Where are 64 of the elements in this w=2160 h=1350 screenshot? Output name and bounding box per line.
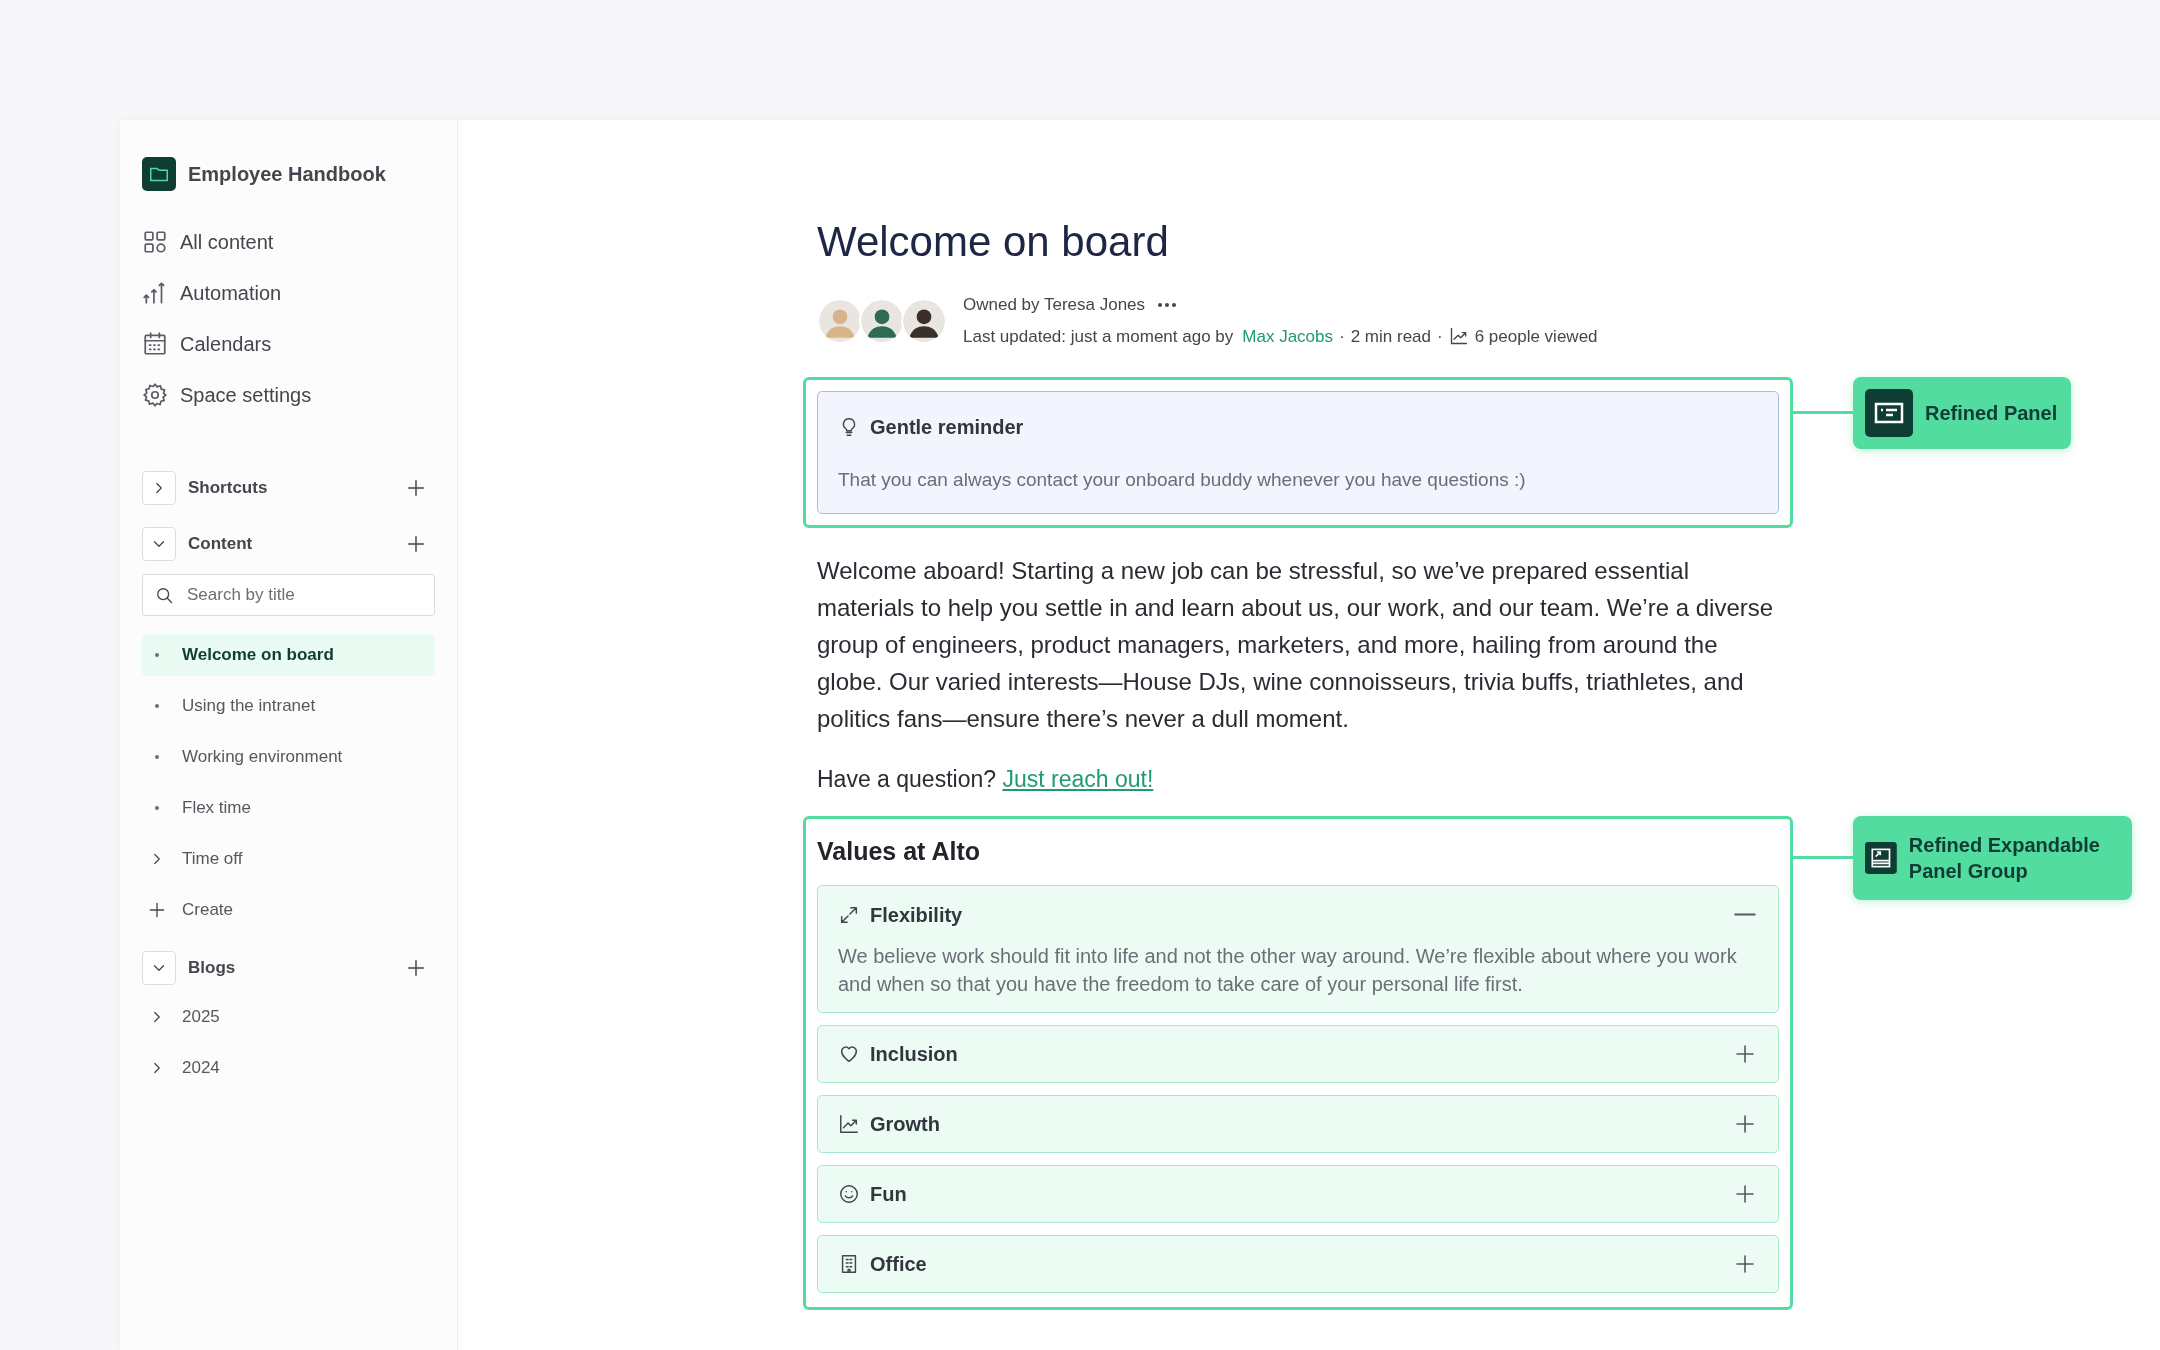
nav-item[interactable]: Calendars xyxy=(142,318,435,369)
avatar xyxy=(859,297,905,344)
component-label-text: Refined Expandable Panel Group xyxy=(1908,833,2101,884)
page-item[interactable]: 2025 xyxy=(142,996,435,1038)
bullet-icon xyxy=(155,755,159,759)
more-icon[interactable] xyxy=(1157,301,1178,308)
author-link[interactable]: Max Jacobs xyxy=(1242,323,1333,349)
section-toggle[interactable] xyxy=(142,471,176,505)
page-item[interactable]: Welcome on board xyxy=(142,634,435,676)
nav-item[interactable]: Space settings xyxy=(142,369,435,420)
folder-icon xyxy=(142,157,176,191)
nav-item[interactable]: Automation xyxy=(142,267,435,318)
panel-title: Office xyxy=(870,1251,928,1277)
intro-paragraph: Welcome aboard! Starting a new job can be stressful, so we’ve prepared essential materials to help you settle in and learn about us, our work, and our team. We’re a diverse group of engineers, product managers, marketers, and more, hailing from around the globe. Our varied interests—House DJs, wine connoisseurs, trivia buffs, triathletes, and politics fans—ensure there’s never a dull moment. xyxy=(817,555,1775,734)
avatar xyxy=(817,297,863,344)
grid-icon xyxy=(142,228,168,255)
owner-text: Owned by Teresa Jones xyxy=(963,294,1146,316)
section-title: Blogs xyxy=(188,957,237,980)
panel-title: Growth xyxy=(870,1111,941,1137)
page-title: Welcome on board xyxy=(817,217,1170,267)
calendar-icon xyxy=(142,330,168,357)
question-text: Have a question? Just reach out! xyxy=(817,764,1155,794)
component-label-text: Refined Panel xyxy=(1925,401,2058,426)
plus-icon xyxy=(405,477,427,499)
bullet-icon xyxy=(155,704,159,708)
plus-icon xyxy=(405,957,427,979)
panel-title: Fun xyxy=(870,1181,908,1207)
automation-icon xyxy=(142,279,168,306)
panel-text: We believe work should fit into life and not the other way around. We’re flexible about where you work and when so that you have the freedom to take care of your personal life first. xyxy=(838,943,1738,997)
separator: · xyxy=(1339,325,1345,348)
meta-text: 2 min read xyxy=(1350,325,1431,348)
nav-item[interactable]: All content xyxy=(142,216,435,267)
page-item[interactable]: Create xyxy=(142,889,435,931)
panel-title: Inclusion xyxy=(870,1041,959,1067)
plus-icon xyxy=(405,533,427,555)
settings-icon xyxy=(142,381,168,408)
section-title: Shortcuts xyxy=(188,477,269,500)
trend-icon xyxy=(1448,326,1469,347)
meta-text: Last updated: just a moment ago by xyxy=(963,325,1234,348)
smile-icon xyxy=(838,1182,860,1205)
separator: · xyxy=(1437,325,1443,348)
avatar xyxy=(901,297,947,344)
section-toggle[interactable] xyxy=(142,527,176,561)
section-toggle[interactable] xyxy=(142,951,176,985)
panel-text: That you can always contact your onboard buddy whenever you have questions :) xyxy=(838,468,1527,492)
search-field[interactable]: Search by title xyxy=(142,574,435,616)
page-item[interactable]: Flex time xyxy=(142,787,435,829)
panel-title: Gentle reminder xyxy=(870,415,1024,440)
section-title: Content xyxy=(188,533,254,556)
chart-icon xyxy=(838,1112,860,1135)
page-item[interactable]: Working environment xyxy=(142,736,435,778)
panel-icon xyxy=(1865,389,1913,437)
panel-title: Flexibility xyxy=(870,902,964,928)
page-item[interactable]: Time off xyxy=(142,838,435,880)
page-item[interactable]: 2024 xyxy=(142,1047,435,1089)
page-item[interactable]: Using the intranet xyxy=(142,685,435,727)
views-text: 6 people viewed xyxy=(1474,325,1598,348)
group-title: Values at Alto xyxy=(817,836,981,867)
space-title: Employee Handbook xyxy=(188,162,386,187)
plus-icon xyxy=(147,900,167,920)
search-icon xyxy=(154,585,174,605)
bullet-icon xyxy=(155,806,159,810)
bullet-icon xyxy=(155,653,159,657)
minus-icon xyxy=(1734,913,1756,916)
